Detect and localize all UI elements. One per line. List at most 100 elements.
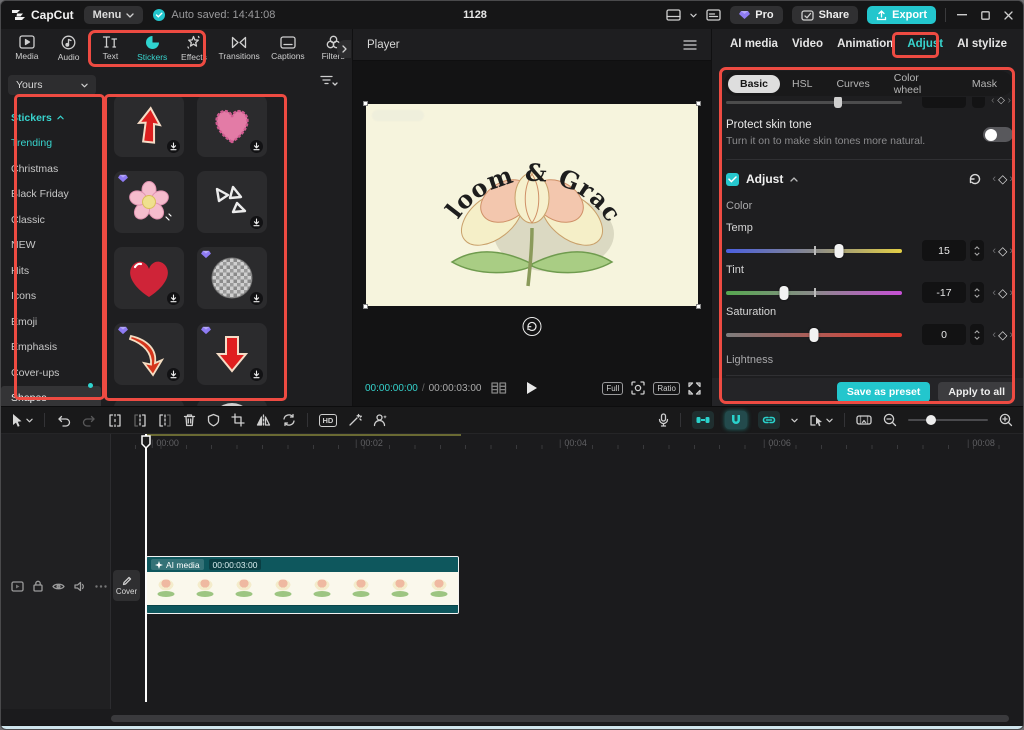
magic-wand-icon[interactable]	[348, 413, 362, 427]
timeline-ruler[interactable]: | 00:00 | 00:02 | 00:04 | 00:06 | 00:08	[111, 434, 1023, 451]
media-tab-captions[interactable]: Captions	[265, 35, 312, 61]
ratio-button[interactable]: Ratio	[653, 381, 680, 395]
lock-track-icon[interactable]	[33, 580, 43, 592]
sidebar-item-stickers[interactable]: Stickers	[1, 105, 104, 131]
tab-ai-media[interactable]: AI media	[730, 38, 778, 50]
close-button[interactable]	[1001, 8, 1015, 22]
sticker-card-pink-flower[interactable]	[114, 171, 184, 233]
media-tab-effects[interactable]: Effects	[174, 35, 214, 62]
saturation-stepper[interactable]	[970, 324, 984, 345]
pro-button[interactable]: Pro	[730, 6, 783, 24]
sticker-card-red-down-arrow[interactable]	[197, 323, 267, 385]
save-as-preset-button[interactable]: Save as preset	[836, 382, 931, 402]
crop-icon[interactable]	[231, 413, 245, 427]
record-voiceover-icon[interactable]	[658, 413, 669, 427]
collapse-chevron-icon[interactable]	[790, 176, 798, 182]
tint-keyframe[interactable]: ‹ ◇ ›	[992, 286, 1013, 300]
media-tab-transitions[interactable]: Transitions	[216, 36, 263, 61]
playhead-handle[interactable]	[141, 435, 151, 449]
protect-skin-tone-toggle[interactable]	[983, 127, 1013, 142]
split-icon[interactable]	[108, 413, 122, 427]
filter-button[interactable]	[320, 75, 338, 88]
zoom-out-icon[interactable]	[883, 413, 897, 427]
ripple-toggle[interactable]	[692, 411, 714, 429]
sticker-card-red-curved-arrow[interactable]	[114, 323, 184, 385]
rotate-handle[interactable]	[522, 317, 542, 336]
notes-icon[interactable]	[706, 9, 721, 21]
reset-icon[interactable]	[968, 172, 982, 186]
link-chevron-icon[interactable]	[791, 418, 798, 423]
selection-handle[interactable]	[363, 304, 368, 309]
split-delete-right-icon[interactable]	[158, 413, 172, 427]
timeline-zoom-slider[interactable]	[908, 414, 988, 425]
maximize-button[interactable]	[978, 8, 992, 22]
minimize-button[interactable]	[955, 8, 969, 22]
saturation-slider[interactable]	[726, 328, 902, 342]
temp-keyframe[interactable]: ‹ ◇ ›	[992, 244, 1013, 258]
temp-stepper[interactable]	[970, 240, 984, 261]
horizontal-scrollbar[interactable]	[111, 715, 1009, 722]
mirror-flip-icon[interactable]	[256, 413, 271, 427]
tab-animation[interactable]: Animation	[837, 38, 893, 50]
saturation-keyframe[interactable]: ‹ ◇ ›	[992, 328, 1013, 342]
media-tab-media[interactable]: Media	[7, 35, 47, 61]
hd-quality-button[interactable]: HD	[319, 413, 337, 427]
fullscreen-icon[interactable]	[688, 381, 701, 395]
tint-value[interactable]: -17	[922, 282, 966, 303]
share-button[interactable]: Share	[791, 6, 859, 24]
temp-value[interactable]: 15	[922, 240, 966, 261]
media-tab-stickers[interactable]: Stickers	[132, 35, 172, 62]
sidebar-item-emoji[interactable]: Emoji	[1, 309, 104, 335]
redo-icon[interactable]	[82, 414, 97, 427]
magnetic-toggle[interactable]	[725, 411, 747, 429]
mute-shield-icon[interactable]	[207, 413, 220, 427]
sidebar-item-cover-ups[interactable]: Cover-ups	[1, 360, 104, 386]
mute-track-icon[interactable]	[74, 581, 86, 592]
subtab-color-wheel[interactable]: Color wheel	[882, 69, 960, 99]
adjust-checkbox[interactable]	[726, 172, 739, 186]
sidebar-item-black-friday[interactable]: Black Friday	[1, 182, 104, 208]
adapt-timeline-icon[interactable]	[856, 414, 872, 426]
delete-icon[interactable]	[183, 413, 196, 427]
sidebar-item-classic[interactable]: Classic	[1, 207, 104, 233]
sticker-card-red-arrow-up[interactable]	[114, 95, 184, 157]
sidebar-item-new[interactable]: NEW	[1, 233, 104, 259]
temp-slider[interactable]	[726, 244, 902, 258]
menu-button[interactable]: Menu	[83, 6, 144, 24]
layout-icon[interactable]	[666, 9, 681, 21]
subtab-basic[interactable]: Basic	[728, 74, 781, 93]
sidebar-item-christmas[interactable]: Christmas	[1, 156, 104, 182]
sidebar-item-trending[interactable]: Trending	[1, 131, 104, 157]
subtab-curves[interactable]: Curves	[824, 75, 881, 93]
selection-handle[interactable]	[696, 101, 701, 106]
export-button[interactable]: Export	[867, 6, 936, 24]
sticker-card-red-glossy-heart[interactable]	[114, 247, 184, 309]
keyframe-controls[interactable]: ‹ ◇ ›	[992, 172, 1013, 186]
sidebar-item-icons[interactable]: Icons	[1, 284, 104, 310]
cover-button[interactable]: Cover	[113, 570, 140, 601]
layout-chevron-icon[interactable]	[690, 13, 697, 18]
tab-video[interactable]: Video	[792, 38, 823, 50]
focus-icon[interactable]	[631, 381, 645, 395]
replace-rotate-icon[interactable]	[282, 413, 296, 427]
subtab-mask[interactable]: Mask	[960, 75, 1009, 93]
frame-view-icon[interactable]	[491, 382, 507, 394]
sticker-card-disco-ball[interactable]	[197, 247, 267, 309]
player-menu-icon[interactable]	[683, 39, 697, 50]
more-options-icon[interactable]	[95, 584, 107, 588]
media-tab-text[interactable]: Text	[91, 35, 131, 61]
selection-handle[interactable]	[696, 304, 701, 309]
select-tool-button[interactable]	[11, 413, 33, 427]
ai-portrait-icon[interactable]	[373, 413, 388, 427]
tint-stepper[interactable]	[970, 282, 984, 303]
playhead-line[interactable]	[145, 434, 147, 702]
sticker-card-white-triangles[interactable]	[197, 171, 267, 233]
sticker-card-pink-scribble-heart[interactable]	[197, 95, 267, 157]
sticker-card-partial-right[interactable]	[197, 399, 267, 406]
apply-to-all-button[interactable]: Apply to all	[938, 382, 1015, 402]
tabs-expand-button[interactable]	[337, 40, 351, 58]
saturation-value[interactable]: 0	[922, 324, 966, 345]
subtab-hsl[interactable]: HSL	[780, 75, 824, 93]
ai-media-clip[interactable]: AI media 00:00:03:00	[146, 556, 459, 614]
sidebar-item-emphasis[interactable]: Emphasis	[1, 335, 104, 361]
